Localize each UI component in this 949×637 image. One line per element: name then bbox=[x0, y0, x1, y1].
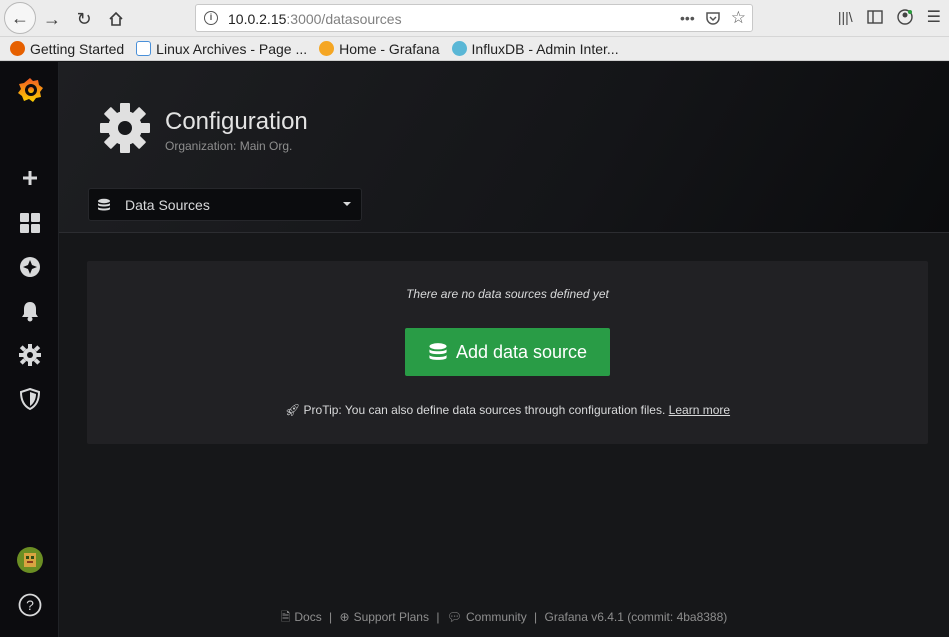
url-bar[interactable]: i 10.0.2.15:3000/datasources ••• ☆ bbox=[195, 4, 753, 32]
gear-icon bbox=[18, 344, 41, 366]
grafana-favicon-icon bbox=[319, 41, 335, 56]
bell-icon bbox=[21, 302, 38, 322]
sidemenu-profile[interactable] bbox=[0, 540, 59, 580]
footer-docs-link[interactable]: Docs bbox=[294, 610, 321, 624]
sidemenu-create[interactable] bbox=[0, 158, 59, 198]
rocket-icon: 🚀︎ bbox=[284, 403, 301, 417]
sidemenu-alerting[interactable] bbox=[0, 291, 59, 331]
grafana-logo[interactable] bbox=[0, 70, 59, 110]
footer-version: Grafana v6.4.1 (commit: 4ba8388) bbox=[544, 610, 728, 624]
footer-separator: | bbox=[534, 610, 538, 624]
reload-button[interactable]: ↻ bbox=[70, 5, 98, 33]
bookmark-linux-archives[interactable]: Linux Archives - Page ... bbox=[136, 41, 307, 57]
grafana-app: ? Configuration Organization: Main Org. … bbox=[0, 62, 949, 637]
arrow-right-icon: → bbox=[43, 8, 61, 29]
plus-icon bbox=[22, 171, 37, 185]
config-nav-select[interactable]: Data Sources bbox=[88, 188, 362, 221]
sidemenu-explore[interactable] bbox=[0, 247, 59, 287]
sidemenu-configuration[interactable] bbox=[0, 335, 59, 375]
footer: 🗎︎ Docs | ⊕ Support Plans | 💬︎ Community | … bbox=[59, 608, 949, 629]
page-title: Configuration bbox=[165, 108, 308, 135]
empty-list-card: There are no data sources defined yet Ad… bbox=[87, 261, 928, 444]
select-value: Data Sources bbox=[125, 196, 210, 213]
bookmark-home-grafana[interactable]: Home - Grafana bbox=[319, 41, 440, 57]
firefox-icon bbox=[10, 41, 25, 56]
database-icon bbox=[429, 343, 447, 360]
bookmarks-bar: Getting Started Linux Archives - Page ..… bbox=[0, 37, 949, 61]
dashboards-icon bbox=[19, 213, 40, 233]
svg-text:?: ? bbox=[26, 597, 34, 613]
avatar bbox=[16, 547, 43, 573]
account-icon[interactable] bbox=[896, 9, 913, 25]
protip: 🚀︎ ProTip: You can also define data sour… bbox=[87, 403, 928, 417]
forward-button[interactable]: → bbox=[38, 5, 66, 33]
learn-more-link[interactable]: Learn more bbox=[669, 403, 730, 417]
edit-note-icon bbox=[136, 41, 152, 56]
caret-down-icon bbox=[343, 202, 351, 206]
grafana-logo-icon bbox=[17, 78, 43, 102]
influxdb-favicon-icon bbox=[451, 41, 467, 56]
help-icon: ? bbox=[18, 593, 41, 617]
sidemenu-dashboards[interactable] bbox=[0, 203, 59, 243]
shield-icon bbox=[19, 388, 40, 410]
arrow-left-icon: ← bbox=[11, 7, 29, 28]
page-header: Configuration Organization: Main Org. Da… bbox=[59, 62, 949, 233]
bookmark-star-icon[interactable]: ☆ bbox=[731, 8, 746, 28]
side-menu: ? bbox=[0, 62, 59, 637]
sidebar-icon[interactable] bbox=[866, 10, 883, 24]
add-data-source-button[interactable]: Add data source bbox=[405, 328, 610, 376]
bookmark-influxdb[interactable]: InfluxDB - Admin Inter... bbox=[451, 41, 619, 57]
protip-text: ProTip: You can also define data sources… bbox=[303, 403, 666, 417]
info-icon[interactable]: i bbox=[204, 11, 218, 25]
menu-icon[interactable]: ☰ bbox=[927, 7, 941, 27]
empty-message: There are no data sources defined yet bbox=[406, 287, 609, 301]
more-actions-icon[interactable]: ••• bbox=[680, 10, 695, 26]
support-icon: ⊕ bbox=[339, 610, 350, 624]
docs-icon: 🗎︎ bbox=[280, 610, 291, 624]
pocket-icon[interactable] bbox=[705, 10, 721, 26]
sidemenu-server-admin[interactable] bbox=[0, 379, 59, 419]
footer-separator: | bbox=[329, 610, 333, 624]
browser-toolbar: ← → ↻ i 10.0.2.15:3000/datasources ••• ☆… bbox=[0, 0, 949, 37]
reload-icon: ↻ bbox=[76, 8, 92, 29]
home-icon bbox=[109, 11, 123, 26]
database-icon bbox=[98, 198, 110, 211]
add-data-source-label: Add data source bbox=[455, 341, 588, 362]
back-button[interactable]: ← bbox=[4, 2, 36, 34]
compass-icon bbox=[19, 257, 40, 277]
bookmark-getting-started[interactable]: Getting Started bbox=[10, 41, 124, 57]
library-icon[interactable]: |||\ bbox=[838, 9, 853, 25]
footer-support-link[interactable]: Support Plans bbox=[354, 610, 429, 624]
url-text[interactable]: 10.0.2.15:3000/datasources bbox=[228, 11, 402, 27]
comments-icon: 💬︎ bbox=[446, 610, 463, 624]
gear-icon bbox=[100, 103, 150, 153]
page-subtitle: Organization: Main Org. bbox=[165, 139, 293, 153]
home-button[interactable] bbox=[102, 5, 130, 33]
sidemenu-help[interactable]: ? bbox=[0, 585, 59, 625]
footer-community-link[interactable]: Community bbox=[466, 610, 527, 624]
footer-separator: | bbox=[436, 610, 440, 624]
